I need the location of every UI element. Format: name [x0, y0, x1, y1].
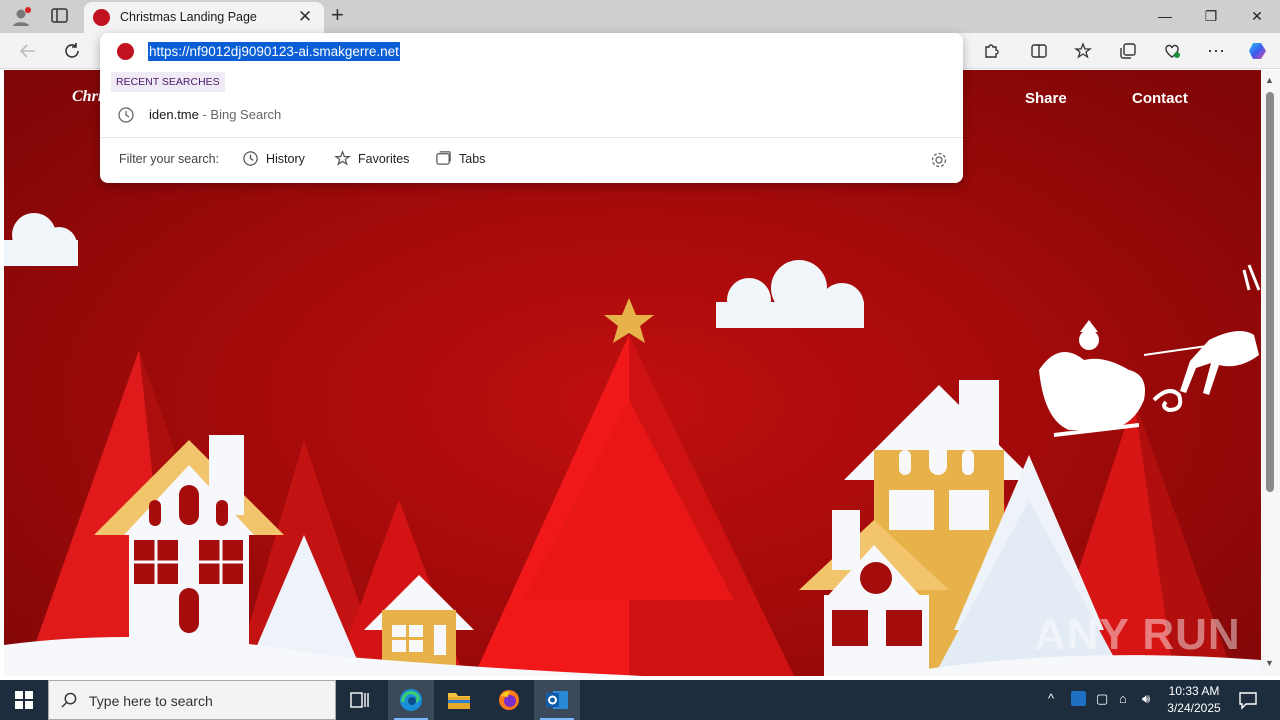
site-favicon-icon — [93, 9, 110, 26]
refresh-icon[interactable] — [57, 36, 87, 66]
search-settings-gear-icon[interactable] — [930, 151, 948, 169]
filter-favorites-button[interactable]: Favorites — [334, 150, 409, 167]
nav-contact-link[interactable]: Contact — [1132, 90, 1188, 107]
site-favicon-icon — [117, 43, 134, 60]
tab-title: Christmas Landing Page — [120, 10, 257, 24]
network-icon[interactable]: ⌂ — [1119, 691, 1127, 706]
clock-date[interactable]: 3/24/2025 — [1163, 701, 1225, 715]
scrollbar-thumb[interactable] — [1266, 92, 1274, 492]
performance-icon[interactable] — [1157, 36, 1187, 66]
more-icon[interactable]: ⋯ — [1201, 36, 1231, 66]
recent-searches-label: RECENT SEARCHES — [111, 72, 225, 92]
volume-icon[interactable]: 🔊︎ — [1142, 691, 1150, 707]
clock-time[interactable]: 10:33 AM — [1167, 684, 1221, 698]
filter-history-button[interactable]: History — [242, 150, 305, 167]
search-icon — [61, 692, 77, 708]
scroll-down-arrow-icon[interactable]: ▼ — [1265, 658, 1274, 668]
address-bar-dropdown: https://nf9012dj9090123-ai.smakgerre.net… — [100, 33, 963, 183]
history-clock-icon — [117, 106, 135, 124]
anyrun-watermark: ANY RUN — [1034, 610, 1241, 659]
dropdown-divider — [100, 137, 963, 138]
tab-strip: Christmas Landing Page ✕ + — ❐ ✕ — [0, 0, 1280, 33]
site-brand-logo[interactable]: Chri — [72, 88, 102, 106]
nav-share-link[interactable]: Share — [1025, 90, 1067, 107]
notifications-icon[interactable] — [1238, 690, 1258, 710]
star-icon — [334, 150, 351, 166]
minimize-button[interactable]: — — [1142, 0, 1188, 33]
filter-tabs-label: Tabs — [459, 151, 486, 166]
filter-label: Filter your search: — [119, 152, 220, 166]
scroll-up-arrow-icon[interactable]: ▲ — [1265, 75, 1274, 85]
suggestion-text: iden.tme — [149, 107, 199, 122]
windows-logo-icon — [15, 691, 33, 709]
back-icon[interactable] — [13, 36, 43, 66]
task-view-icon[interactable] — [337, 680, 383, 720]
close-window-button[interactable]: ✕ — [1234, 0, 1280, 33]
extensions-icon[interactable] — [976, 36, 1006, 66]
tab-christmas-landing[interactable]: Christmas Landing Page ✕ — [84, 2, 324, 33]
taskbar-search-box[interactable]: Type here to search — [48, 680, 336, 720]
tabs-icon — [436, 151, 451, 165]
copilot-icon[interactable] — [1243, 36, 1273, 66]
new-tab-button[interactable]: + — [331, 2, 353, 28]
profile-icon[interactable] — [10, 6, 32, 28]
device-icon[interactable]: ▢ — [1096, 691, 1108, 707]
firefox-icon[interactable] — [486, 680, 532, 720]
address-bar-input[interactable]: https://nf9012dj9090123-ai.smakgerre.net — [148, 42, 400, 61]
tab-actions-icon[interactable] — [51, 8, 69, 24]
windows-taskbar: Type here to search ^ ▢ ⌂ 🔊︎ 10:33 AM 3/… — [0, 680, 1280, 720]
restore-button[interactable]: ❐ — [1188, 0, 1234, 33]
filter-tabs-button[interactable]: Tabs — [435, 150, 485, 167]
start-button[interactable] — [0, 680, 48, 720]
taskbar-search-placeholder: Type here to search — [89, 693, 213, 709]
split-screen-icon[interactable] — [1024, 36, 1054, 66]
favorites-icon[interactable] — [1068, 36, 1098, 66]
filter-favorites-label: Favorites — [358, 151, 410, 166]
collections-icon[interactable] — [1113, 36, 1143, 66]
outlook-icon[interactable] — [534, 680, 580, 720]
tab-close-button[interactable]: ✕ — [294, 6, 316, 28]
filter-history-label: History — [266, 151, 305, 166]
file-explorer-icon[interactable] — [436, 680, 482, 720]
suggestion-source: - Bing Search — [198, 107, 282, 122]
page-scrollbar[interactable]: ▲ ▼ — [1261, 70, 1280, 676]
show-hidden-icons-icon[interactable]: ^ — [1048, 691, 1054, 706]
outlook-tray-icon[interactable] — [1071, 691, 1086, 706]
edge-icon[interactable] — [388, 680, 434, 720]
search-suggestion[interactable]: iden.tme - Bing Search — [149, 107, 281, 122]
history-icon — [243, 151, 258, 166]
